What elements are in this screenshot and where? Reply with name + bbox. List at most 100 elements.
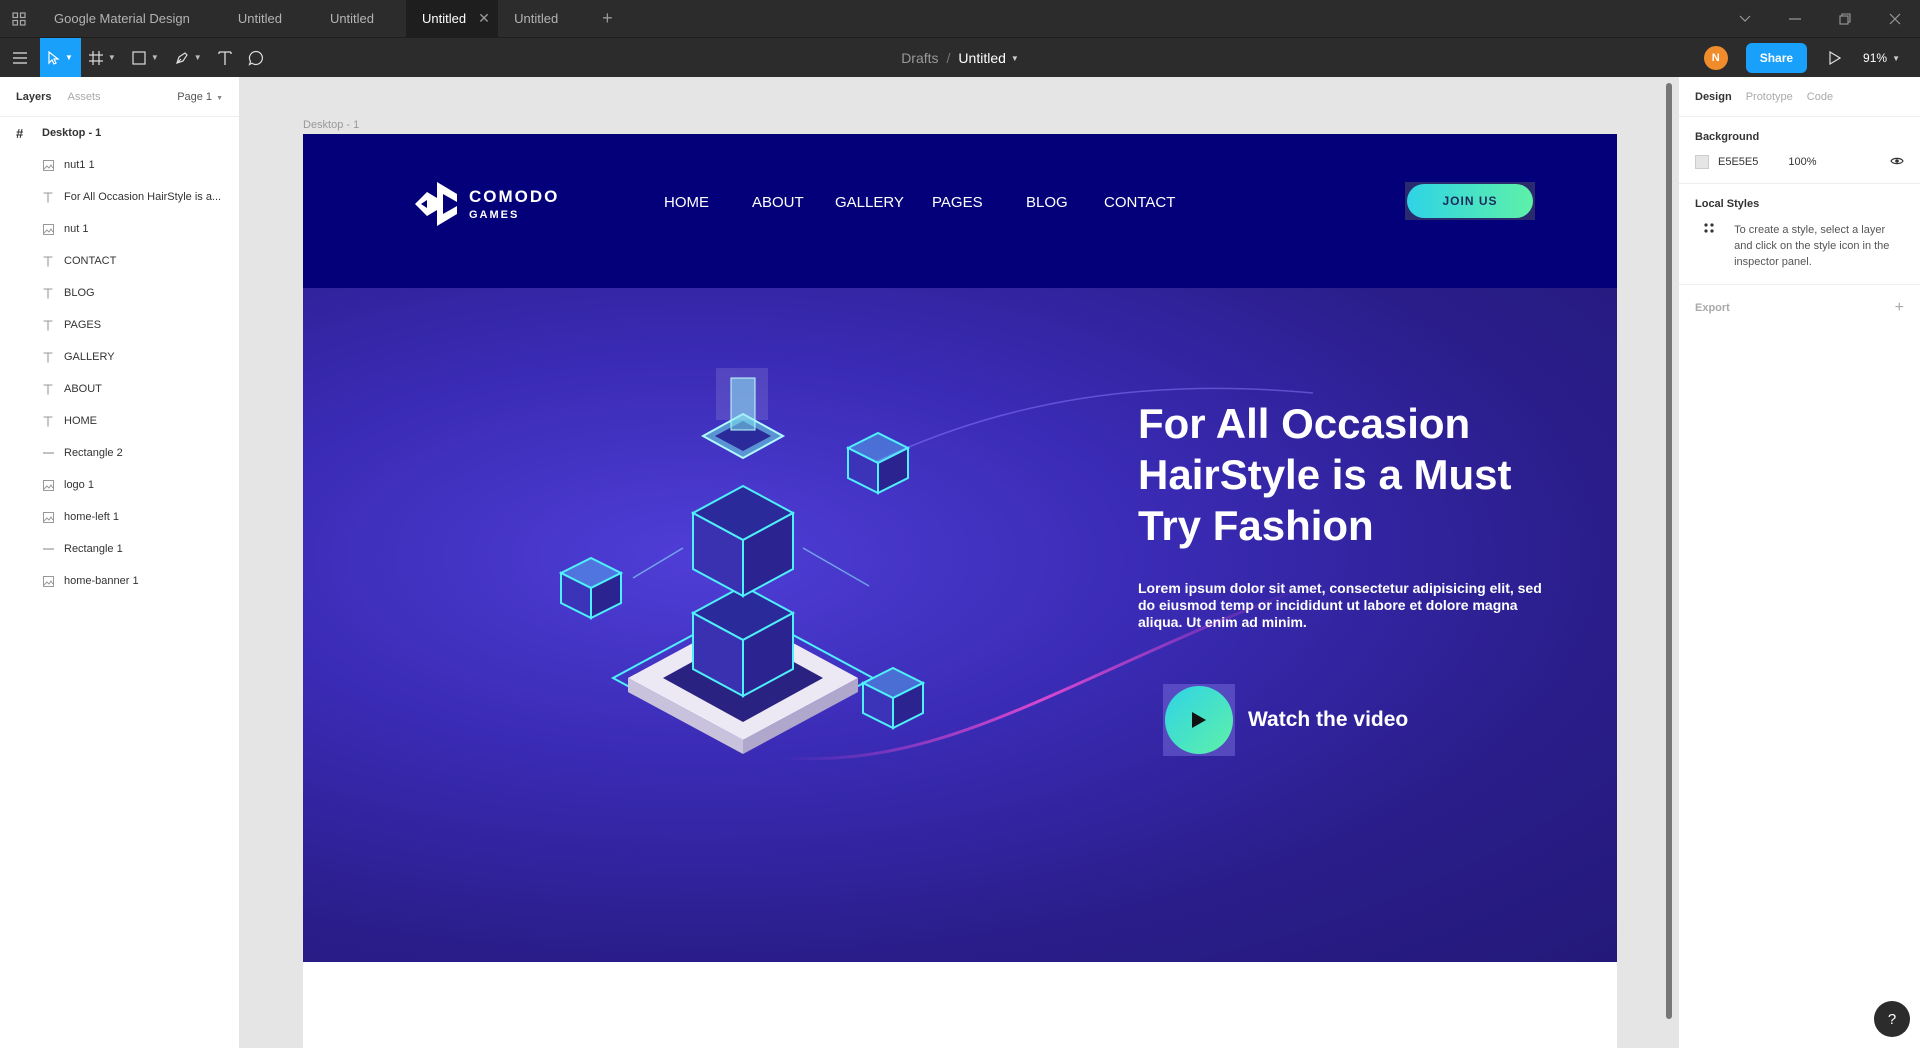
layer-item[interactable]: nut 1 [0, 213, 239, 245]
floating-cube-right [845, 431, 911, 495]
frame-icon [88, 50, 103, 65]
text-icon [42, 383, 54, 395]
present-icon[interactable] [1823, 46, 1847, 70]
chevron-down-icon[interactable] [1720, 0, 1770, 37]
hero-title[interactable]: For All Occasion HairStyle is a Must Try… [1138, 398, 1558, 551]
layer-name: Desktop - 1 [42, 127, 102, 139]
export-row: Export + [1695, 299, 1904, 317]
nav-home[interactable]: HOME [664, 194, 709, 211]
layer-name: GALLERY [64, 351, 115, 363]
tab-prototype[interactable]: Prototype [1746, 91, 1793, 103]
page-select[interactable]: Page 1 ▼ [177, 91, 223, 103]
layer-item[interactable]: GALLERY [0, 341, 239, 373]
layer-frame-desktop[interactable]: # Desktop - 1 [0, 117, 239, 149]
eye-icon[interactable] [1890, 156, 1904, 169]
layer-item[interactable]: CONTACT [0, 245, 239, 277]
layer-name: nut 1 [64, 223, 89, 235]
shape-tool-button[interactable]: ▼ [124, 38, 167, 78]
background-hex[interactable]: E5E5E5 [1718, 156, 1758, 168]
image-icon [42, 159, 54, 171]
line-icon [42, 548, 54, 550]
breadcrumb-drafts[interactable]: Drafts [901, 50, 938, 66]
layer-item[interactable]: HOME [0, 405, 239, 437]
tab-label: Untitled [422, 11, 467, 26]
text-icon [42, 319, 54, 331]
pen-tool-button[interactable]: ▼ [167, 38, 210, 78]
nav-about[interactable]: ABOUT [752, 194, 804, 211]
frame-icon: # [16, 125, 24, 141]
tab-layers[interactable]: Layers [16, 91, 51, 103]
frame-label[interactable]: Desktop - 1 [303, 119, 359, 131]
minimize-icon[interactable] [1770, 0, 1820, 37]
nav-contact[interactable]: CONTACT [1104, 194, 1175, 211]
text-icon [42, 415, 54, 427]
tab-untitled-2[interactable]: Untitled [314, 0, 406, 37]
help-button[interactable]: ? [1874, 1001, 1910, 1037]
nav-blog[interactable]: BLOG [1026, 194, 1068, 211]
desktop-frame[interactable]: COMODO GAMES HOME ABOUT GALLERY PAGES BL… [303, 134, 1617, 1048]
background-opacity[interactable]: 100% [1788, 156, 1816, 168]
play-video-button[interactable] [1163, 684, 1235, 756]
restore-icon[interactable] [1820, 0, 1870, 37]
app-grid-icon[interactable] [0, 0, 38, 37]
nav-gallery[interactable]: GALLERY [835, 194, 904, 211]
text-tool-button[interactable] [210, 38, 240, 78]
join-us-button[interactable]: JOIN US [1405, 182, 1535, 220]
tab-design[interactable]: Design [1695, 91, 1732, 103]
hero-banner[interactable]: For All Occasion HairStyle is a Must Try… [303, 288, 1617, 962]
layer-item[interactable]: nut1 1 [0, 149, 239, 181]
export-title: Export [1695, 302, 1730, 314]
layer-item[interactable]: Rectangle 1 [0, 533, 239, 565]
main-menu-icon[interactable] [0, 38, 40, 78]
layer-item[interactable]: logo 1 [0, 469, 239, 501]
layer-item[interactable]: home-banner 1 [0, 565, 239, 597]
logo[interactable]: COMODO GAMES [413, 180, 559, 228]
canvas[interactable]: Desktop - 1 COMODO GAMES HOME ABOUT GALL… [241, 77, 1678, 1048]
layer-name: HOME [64, 415, 97, 427]
tab-google-material-design[interactable]: Google Material Design [38, 0, 222, 37]
nav-pages[interactable]: PAGES [932, 194, 983, 211]
layer-list: nut1 1 For All Occasion HairStyle is a...… [0, 149, 239, 597]
layer-name: Rectangle 1 [64, 543, 123, 555]
add-export-icon[interactable]: + [1895, 299, 1904, 317]
window-controls [1720, 0, 1920, 37]
close-window-icon[interactable] [1870, 0, 1920, 37]
text-icon [42, 191, 54, 203]
site-header[interactable]: COMODO GAMES HOME ABOUT GALLERY PAGES BL… [303, 134, 1617, 288]
comment-tool-button[interactable] [240, 38, 272, 78]
chevron-down-icon[interactable]: ▼ [1011, 54, 1019, 63]
zoom-select[interactable]: 91% ▼ [1863, 51, 1900, 65]
avatar[interactable]: N [1703, 46, 1728, 70]
layer-item[interactable]: ABOUT [0, 373, 239, 405]
tab-bar: Google Material Design Untitled Untitled… [0, 0, 1920, 37]
layer-item[interactable]: home-left 1 [0, 501, 239, 533]
chevron-down-icon: ▼ [193, 53, 202, 62]
local-styles-hint: To create a style, select a layer and cl… [1734, 224, 1890, 268]
layer-item[interactable]: For All Occasion HairStyle is a... [0, 181, 239, 213]
tab-untitled-active[interactable]: Untitled ✕ [406, 0, 499, 37]
frame-tool-button[interactable]: ▼ [81, 38, 124, 78]
export-section: Export + [1679, 285, 1920, 331]
tab-untitled-1[interactable]: Untitled [222, 0, 314, 37]
layer-name: PAGES [64, 319, 102, 331]
tab-code[interactable]: Code [1807, 91, 1833, 103]
move-tool-button[interactable]: ▼ [40, 37, 81, 78]
close-icon[interactable]: ✕ [478, 10, 490, 27]
background-swatch[interactable] [1695, 155, 1709, 169]
layers-panel-header: Layers Assets Page 1 ▼ [0, 77, 239, 117]
layer-item[interactable]: BLOG [0, 277, 239, 309]
layer-item[interactable]: PAGES [0, 309, 239, 341]
chevron-down-icon: ▼ [107, 53, 116, 62]
watch-video-label[interactable]: Watch the video [1248, 708, 1408, 732]
layer-name: Rectangle 2 [64, 447, 123, 459]
layer-item[interactable]: Rectangle 2 [0, 437, 239, 469]
local-styles-row: To create a style, select a layer and cl… [1695, 222, 1904, 270]
logo-text: COMODO GAMES [469, 187, 559, 221]
share-button[interactable]: Share [1745, 43, 1808, 73]
tab-untitled-4[interactable]: Untitled [498, 0, 590, 37]
add-tab-icon[interactable]: + [590, 0, 625, 37]
tab-assets[interactable]: Assets [67, 91, 100, 103]
hero-description[interactable]: Lorem ipsum dolor sit amet, consectetur … [1138, 580, 1548, 631]
canvas-scrollbar[interactable] [1666, 83, 1672, 1019]
file-name[interactable]: Untitled [958, 50, 1005, 66]
